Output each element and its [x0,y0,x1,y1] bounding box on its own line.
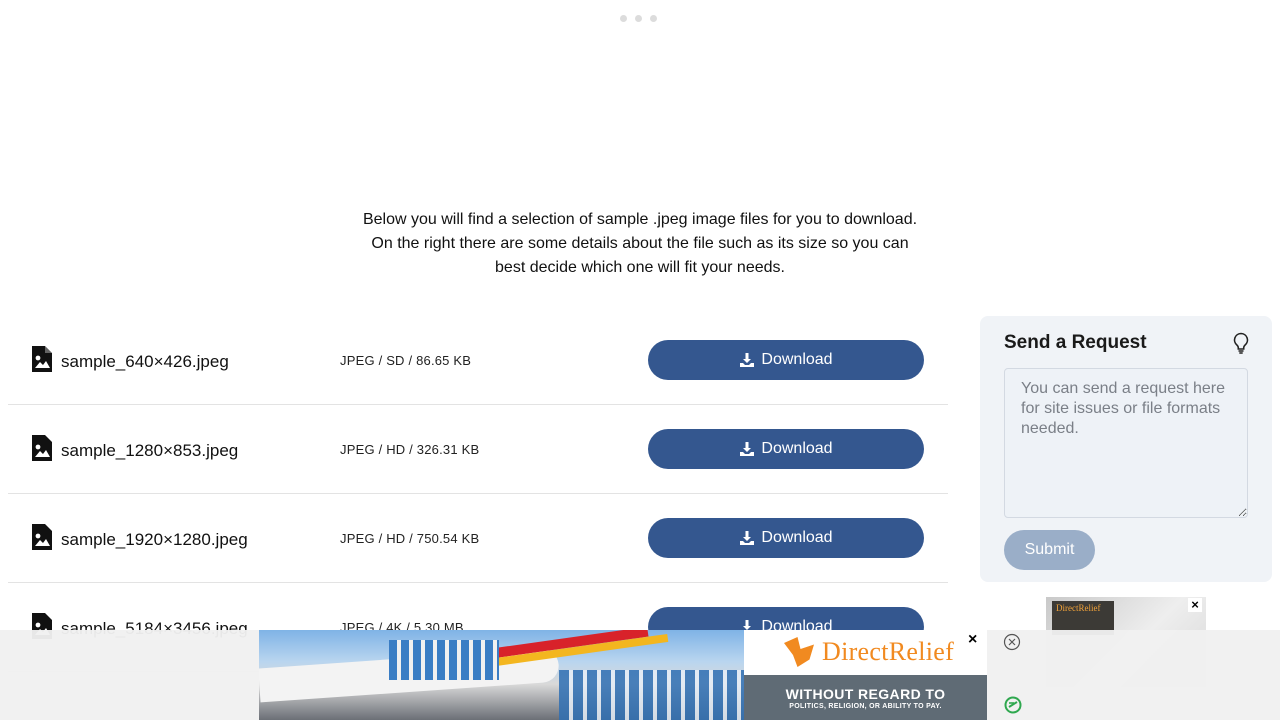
file-list: sample_640×426.jpeg JPEG / SD / 86.65 KB… [8,316,948,672]
intro-line: Below you will find a selection of sampl… [362,211,918,228]
ad-cargo-plane-image[interactable] [259,630,744,720]
download-button[interactable]: Download [648,429,924,469]
ad-tagline: WITHOUT REGARD TO [785,686,946,702]
file-name: sample_1920×1280.jpeg [61,530,248,549]
ad-subtagline: POLITICS, RELIGION, OR ABILITY TO PAY. [789,703,942,710]
ad-close-button[interactable]: × [968,631,977,649]
ad-close-circle-icon[interactable] [1003,633,1021,651]
file-meta: JPEG / HD / 326.31 KB [340,442,480,457]
download-label: Download [761,440,833,457]
side-ad-close-button[interactable]: × [1188,598,1202,612]
image-file-icon [32,346,52,372]
loading-dot [620,15,627,22]
download-label: Download [761,351,833,368]
ad-tagline-panel[interactable]: WITHOUT REGARD TO POLITICS, RELIGION, OR… [744,675,987,720]
request-title: Send a Request [1004,332,1147,353]
file-name: sample_1280×853.jpeg [61,441,239,460]
download-icon [740,442,755,456]
download-icon [740,531,755,545]
request-panel: Send a Request Submit [980,316,1272,582]
file-row: sample_1280×853.jpeg JPEG / HD / 326.31 … [8,405,948,494]
file-meta: JPEG / HD / 750.54 KB [340,531,480,546]
loading-dot [635,15,642,22]
ad-brand: DirectRelief [822,637,955,666]
download-label: Download [761,529,833,546]
intro-text: Below you will find a selection of sampl… [340,208,940,280]
download-button[interactable]: Download [648,518,924,558]
request-textarea[interactable] [1004,368,1248,518]
direct-relief-logo-icon [784,637,814,667]
cargo-pallets [389,640,499,680]
download-button[interactable]: Download [648,340,924,380]
ad-info-icon[interactable] [1004,696,1022,714]
cargo-pallets [559,670,744,720]
lightbulb-icon [1233,332,1249,354]
file-row: sample_640×426.jpeg JPEG / SD / 86.65 KB… [8,316,948,405]
file-name: sample_640×426.jpeg [61,352,229,371]
download-icon [740,353,755,367]
image-file-icon [32,524,52,550]
intro-line: best decide which one will fit your need… [495,259,785,276]
ad-logo-panel[interactable]: DirectRelief [744,630,987,675]
file-meta: JPEG / SD / 86.65 KB [340,353,472,368]
submit-button[interactable]: Submit [1004,530,1095,570]
loading-dot [650,15,657,22]
file-row: sample_1920×1280.jpeg JPEG / HD / 750.54… [8,494,948,583]
bottom-ad-bar: DirectRelief WITHOUT REGARD TO POLITICS,… [0,630,1280,720]
intro-line: On the right there are some details abou… [371,235,909,252]
loading-dots [620,15,657,22]
image-file-icon [32,435,52,461]
